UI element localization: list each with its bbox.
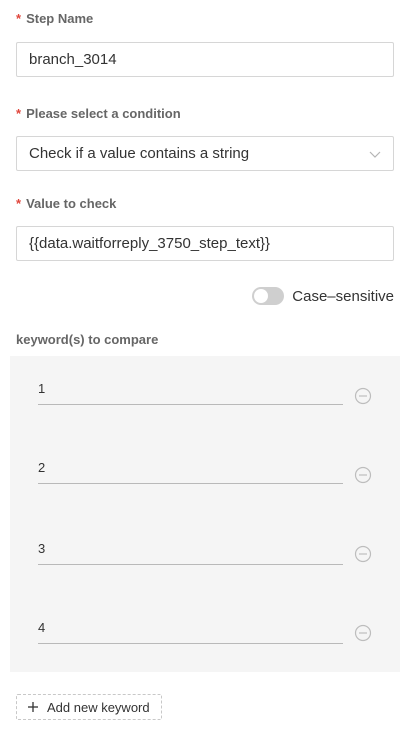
required-mark: * xyxy=(16,106,22,121)
keyword-value: 4 xyxy=(38,620,46,635)
keyword-input[interactable]: 1 xyxy=(38,377,343,405)
minus-circle-icon[interactable] xyxy=(354,466,372,484)
keyword-value: 1 xyxy=(38,381,46,396)
step-name-input[interactable]: branch_3014 xyxy=(16,42,394,77)
step-name-label-text: Step Name xyxy=(26,11,94,26)
minus-circle-icon[interactable] xyxy=(354,624,372,642)
chevron-down-icon xyxy=(369,151,381,158)
case-sensitive-label: Case–sensitive xyxy=(292,287,394,305)
keyword-value: 3 xyxy=(38,541,46,556)
required-mark: * xyxy=(16,11,22,26)
add-keyword-button[interactable]: Add new keyword xyxy=(16,694,162,720)
case-sensitive-row: Case–sensitive xyxy=(252,286,394,306)
plus-icon xyxy=(28,702,38,712)
value-to-check-input[interactable]: {{data.waitforreply_3750_step_text}} xyxy=(16,226,394,261)
condition-label-text: Please select a condition xyxy=(26,106,181,121)
keyword-input[interactable]: 3 xyxy=(38,537,343,565)
add-keyword-label: Add new keyword xyxy=(47,699,150,715)
keyword-input[interactable]: 4 xyxy=(38,616,343,644)
minus-circle-icon[interactable] xyxy=(354,545,372,563)
keyword-input[interactable]: 2 xyxy=(38,456,343,484)
value-to-check-label: * Value to check xyxy=(16,196,116,211)
keywords-panel: 1 2 3 4 xyxy=(10,356,400,672)
toggle-knob xyxy=(254,289,269,303)
keywords-title: keyword(s) to compare xyxy=(16,332,159,347)
condition-select[interactable]: Check if a value contains a string xyxy=(16,136,394,171)
condition-selected-value: Check if a value contains a string xyxy=(29,145,250,162)
step-name-label: * Step Name xyxy=(16,11,93,26)
value-to-check-label-text: Value to check xyxy=(26,196,117,211)
required-mark: * xyxy=(16,196,22,211)
keyword-value: 2 xyxy=(38,460,46,475)
minus-circle-icon[interactable] xyxy=(354,387,372,405)
condition-label: * Please select a condition xyxy=(16,106,181,121)
case-sensitive-toggle[interactable] xyxy=(252,287,285,305)
